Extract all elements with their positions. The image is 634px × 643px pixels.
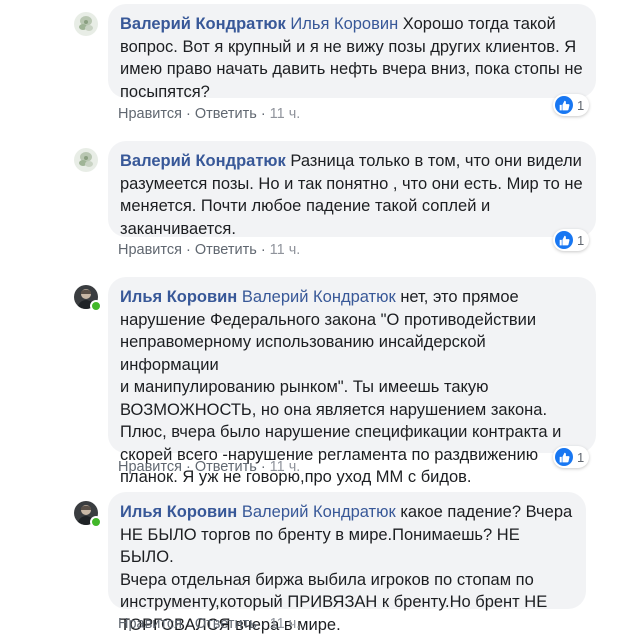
reaction-count[interactable]: 1	[553, 94, 590, 116]
comment-bubble: Илья Коровин Валерий Кондратюк какое пад…	[108, 492, 586, 634]
comment-bubble: Валерий Кондратюк Разница только в том, …	[108, 141, 596, 238]
reaction-count[interactable]: 1	[553, 446, 590, 468]
comment-bubble: Валерий Кондратюк Илья Коровин Хорошо то…	[108, 4, 596, 101]
reaction-number: 1	[577, 97, 585, 113]
like-icon	[555, 96, 573, 114]
comment-mention[interactable]: Илья Коровин	[290, 15, 398, 33]
comment-text-line: заканчивается.	[120, 219, 236, 238]
comment-text-line: вопрос. Вот я крупный и я не вижу позы д…	[120, 37, 577, 56]
comment-mention[interactable]: Валерий Кондратюк	[242, 503, 396, 521]
reply-link[interactable]: Ответить	[195, 459, 257, 475]
comment-actions: Нравится · Ответить · 11 ч.	[118, 106, 301, 122]
comment-text-line: нет, это прямое	[400, 288, 519, 306]
reaction-number: 1	[577, 232, 585, 248]
reaction-count[interactable]: 1	[553, 229, 590, 251]
comment-text-line: нарушение Федерального закона "О противо…	[120, 310, 537, 329]
comment-actions: Нравится · Ответить · 11 ч.	[118, 459, 301, 475]
like-link[interactable]: Нравится	[118, 459, 182, 475]
comment-author[interactable]: Валерий Кондратюк	[120, 15, 286, 33]
comment-author[interactable]: Валерий Кондратюк	[120, 152, 286, 170]
reply-link[interactable]: Ответить	[195, 106, 257, 122]
comment-text-line: Плюс, вчера было нарушение спецификации …	[120, 423, 562, 441]
comment-text-line: Вчера отдельная биржа выбила игроков по …	[120, 570, 534, 589]
timestamp[interactable]: 11 ч.	[270, 242, 301, 258]
flower-avatar-icon[interactable]	[74, 12, 98, 36]
like-icon	[555, 231, 573, 249]
comment-bubble: Илья Коровин Валерий Кондратюк нет, это …	[108, 277, 596, 486]
reaction-number: 1	[577, 449, 585, 465]
timestamp[interactable]: 11 ч.	[270, 616, 301, 632]
like-icon	[555, 448, 573, 466]
comment-text-line: ВОЗМОЖНОСТЬ, но она является нарушением …	[120, 400, 548, 419]
comment-text-line: и манипулированию рынком". Ты имеешь так…	[120, 378, 489, 396]
comment-text-line: Хорошо тогда такой	[402, 15, 556, 33]
comment-text-line: меняется. Почти любое падение такой сопл…	[120, 197, 491, 215]
comment-text-line: посыпятся?	[120, 82, 210, 101]
reply-link[interactable]: Ответить	[195, 242, 257, 258]
online-status-icon	[90, 300, 102, 312]
timestamp[interactable]: 11 ч.	[270, 459, 301, 475]
comment-text-line: имею право начать давить нефть вчера вни…	[120, 60, 583, 78]
comment-text-line: НЕ БЫЛО торгов по бренту в мире.Понимаеш…	[120, 525, 520, 567]
comment-actions: Нравится · Ответить · 11 ч.	[118, 242, 301, 258]
comment-text-line: Разница только в том, что они видели	[290, 152, 582, 170]
comment-author[interactable]: Илья Коровин	[120, 288, 237, 306]
comment-text-line: разумеется позы. Но и так понятно , что …	[120, 174, 583, 193]
online-status-icon	[90, 516, 102, 528]
comment-text-line: неправомерному использованию инсайдерско…	[120, 333, 486, 374]
like-link[interactable]: Нравится	[118, 106, 182, 122]
like-link[interactable]: Нравится	[118, 616, 182, 632]
comment-text-line: какое падение? Вчера	[400, 503, 573, 521]
comment-author[interactable]: Илья Коровин	[120, 503, 237, 521]
comment-actions: Нравится · Ответить · 11 ч.	[118, 616, 301, 632]
timestamp[interactable]: 11 ч.	[270, 106, 301, 122]
comment-mention[interactable]: Валерий Кондратюк	[242, 288, 396, 306]
like-link[interactable]: Нравится	[118, 242, 182, 258]
reply-link[interactable]: Ответить	[195, 616, 257, 632]
comment-text-line: инструменту,который ПРИВЯЗАН к бренту.Но…	[120, 593, 548, 611]
flower-avatar-icon[interactable]	[74, 148, 98, 172]
